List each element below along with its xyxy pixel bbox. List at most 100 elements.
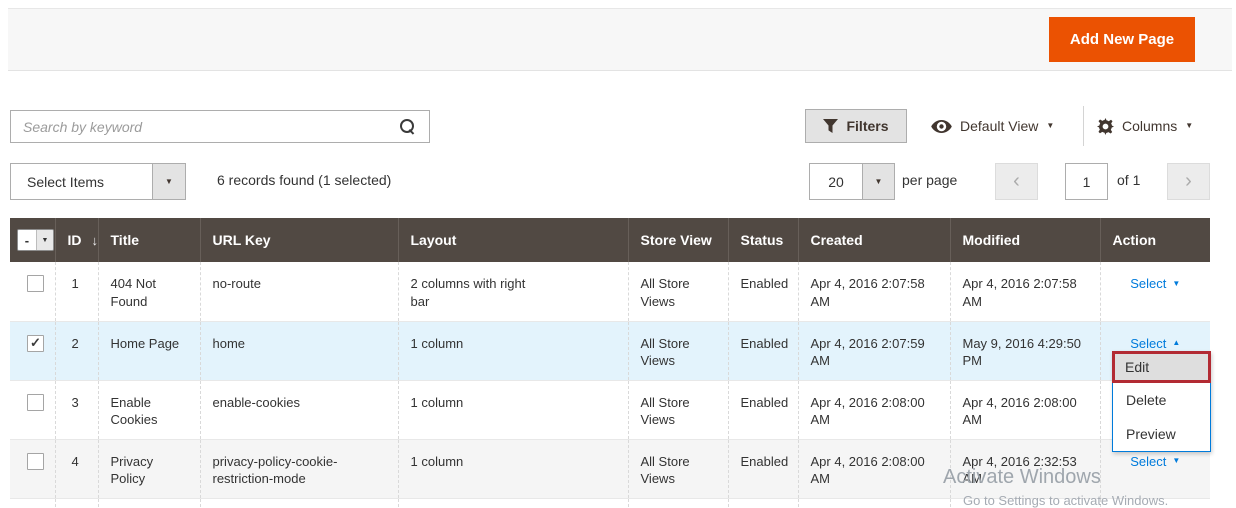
- cell-title: 404 Not Found: [98, 262, 200, 321]
- previous-page-button[interactable]: ‹: [995, 163, 1038, 200]
- menu-item-delete[interactable]: Delete: [1113, 383, 1210, 417]
- chevron-down-icon: ▼: [42, 237, 49, 244]
- keyword-search: [10, 110, 430, 143]
- chevron-down-icon: ▼: [1172, 280, 1180, 288]
- cell-modified: Apr 4, 2016 2:08:00 AM: [950, 380, 1100, 439]
- view-selector[interactable]: Default View ▼: [931, 109, 1054, 143]
- row-action-select-open[interactable]: Select ▲: [1113, 335, 1199, 353]
- per-page-value: 20: [810, 164, 862, 199]
- cell-created: Apr 4, 2016 2:07:59 AM: [798, 321, 950, 380]
- column-header-modified[interactable]: Modified: [950, 218, 1100, 262]
- mass-action-label: Select Items: [11, 164, 152, 199]
- search-icon[interactable]: [400, 119, 415, 134]
- records-summary: 6 records found (1 selected): [217, 172, 391, 188]
- select-all-dropdown-button[interactable]: ▼: [36, 230, 53, 250]
- toolbar-divider: [1083, 106, 1084, 146]
- row-checkbox[interactable]: [27, 275, 44, 292]
- cell-status: Enabled: [728, 439, 798, 498]
- view-selector-label: Default View: [960, 118, 1038, 134]
- cell-url-key: home: [200, 321, 398, 380]
- menu-item-preview[interactable]: Preview: [1113, 417, 1210, 451]
- chevron-down-icon: ▼: [1046, 122, 1054, 130]
- chevron-left-icon: ‹: [1013, 170, 1020, 193]
- cell-store-view: All Store Views: [628, 321, 728, 380]
- chevron-right-icon: ›: [1185, 170, 1192, 193]
- cell-store-view: All Store Views: [628, 262, 728, 321]
- cell-url-key: privacy-policy-cookie-restriction-mode: [200, 439, 398, 498]
- mass-action-dropdown-button[interactable]: ▼: [152, 164, 185, 199]
- sort-descending-icon: ↓: [92, 233, 99, 248]
- cell-layout: 1 column: [398, 380, 628, 439]
- table-row: 3 Enable Cookies enable-cookies 1 column…: [10, 380, 1210, 439]
- row-action-select[interactable]: Select ▼: [1113, 275, 1199, 293]
- per-page-label: per page: [902, 172, 957, 188]
- column-header-url-key[interactable]: URL Key: [200, 218, 398, 262]
- columns-selector-label: Columns: [1122, 118, 1177, 134]
- cell-url-key: no-route: [200, 262, 398, 321]
- cell-layout: 1 column: [398, 321, 628, 380]
- cell-modified: May 9, 2016 4:29:50 PM: [950, 321, 1100, 380]
- cell-created: Apr 4, 2016 2:07:58 AM: [798, 262, 950, 321]
- select-all-control[interactable]: - ▼: [17, 229, 54, 251]
- filters-button[interactable]: Filters: [805, 109, 907, 143]
- column-header-created[interactable]: Created: [798, 218, 950, 262]
- cell-status: Enabled: [728, 262, 798, 321]
- chevron-down-icon: ▼: [1185, 122, 1193, 130]
- menu-item-edit[interactable]: Edit: [1112, 351, 1211, 383]
- cell-id: 2: [55, 321, 98, 380]
- column-header-action[interactable]: Action: [1100, 218, 1210, 262]
- cell-created: Apr 4, 2016 2:08:00 AM: [798, 439, 950, 498]
- mass-action-select[interactable]: Select Items ▼: [10, 163, 186, 200]
- columns-selector[interactable]: Columns ▼: [1097, 109, 1193, 143]
- cell-modified: Apr 4, 2016 2:07:58 AM: [950, 262, 1100, 321]
- cell-title: Home Page: [98, 321, 200, 380]
- gear-icon: [1097, 118, 1114, 135]
- row-action-menu: Edit Delete Preview: [1112, 351, 1211, 452]
- cell-store-view: All Store Views: [628, 439, 728, 498]
- pages-grid: - ▼ ID ↓ Title URL Key Layout Store View: [10, 218, 1210, 508]
- cell-layout: 1 column: [398, 439, 628, 498]
- cell-store-view: All Store Views: [628, 380, 728, 439]
- chevron-down-icon: ▼: [165, 178, 173, 186]
- column-header-store-view[interactable]: Store View: [628, 218, 728, 262]
- eye-icon: [931, 120, 952, 133]
- cell-url-key: enable-cookies: [200, 380, 398, 439]
- row-checkbox[interactable]: [27, 453, 44, 470]
- add-new-page-button[interactable]: Add New Page: [1049, 17, 1195, 62]
- column-header-title[interactable]: Title: [98, 218, 200, 262]
- next-page-button[interactable]: ›: [1167, 163, 1210, 200]
- row-checkbox[interactable]: [27, 394, 44, 411]
- table-row-selected: ✓ 2 Home Page home 1 column All Store Vi…: [10, 321, 1210, 380]
- cell-id: 3: [55, 380, 98, 439]
- row-checkbox-checked[interactable]: ✓: [27, 335, 44, 352]
- activate-windows-hint: Go to Settings to activate Windows.: [963, 493, 1168, 508]
- page-number-input[interactable]: [1065, 163, 1108, 200]
- column-header-status[interactable]: Status: [728, 218, 798, 262]
- cell-layout: 2 columns with right bar: [398, 262, 628, 321]
- table-row: 1 404 Not Found no-route 2 columns with …: [10, 262, 1210, 321]
- cell-title: Privacy Policy: [98, 439, 200, 498]
- cell-id: 1: [55, 262, 98, 321]
- per-page-select[interactable]: 20 ▼: [809, 163, 895, 200]
- cell-status: Enabled: [728, 380, 798, 439]
- grid-header-row: - ▼ ID ↓ Title URL Key Layout Store View: [10, 218, 1210, 262]
- activate-windows-watermark: Activate Windows: [943, 466, 1101, 489]
- cell-id: 4: [55, 439, 98, 498]
- total-pages-label: of 1: [1117, 172, 1140, 188]
- row-action-select[interactable]: Select ▼: [1113, 453, 1199, 471]
- cell-created: Apr 4, 2016 2:08:00 AM: [798, 380, 950, 439]
- column-header-id[interactable]: ID ↓: [55, 218, 98, 262]
- chevron-up-icon: ▲: [1172, 339, 1180, 347]
- per-page-dropdown-button[interactable]: ▼: [862, 164, 894, 199]
- column-header-select-all: - ▼: [10, 218, 55, 262]
- cell-status: Enabled: [728, 321, 798, 380]
- filters-label: Filters: [846, 118, 888, 134]
- filter-funnel-icon: [823, 119, 838, 133]
- cell-title: Enable Cookies: [98, 380, 200, 439]
- select-all-dash: -: [18, 230, 36, 250]
- cms-pages-grid-screen: Add New Page Filters Default View ▼ Colu…: [0, 0, 1236, 508]
- chevron-down-icon: ▼: [1172, 457, 1180, 465]
- search-input[interactable]: [11, 111, 400, 142]
- column-header-layout[interactable]: Layout: [398, 218, 628, 262]
- chevron-down-icon: ▼: [875, 178, 883, 186]
